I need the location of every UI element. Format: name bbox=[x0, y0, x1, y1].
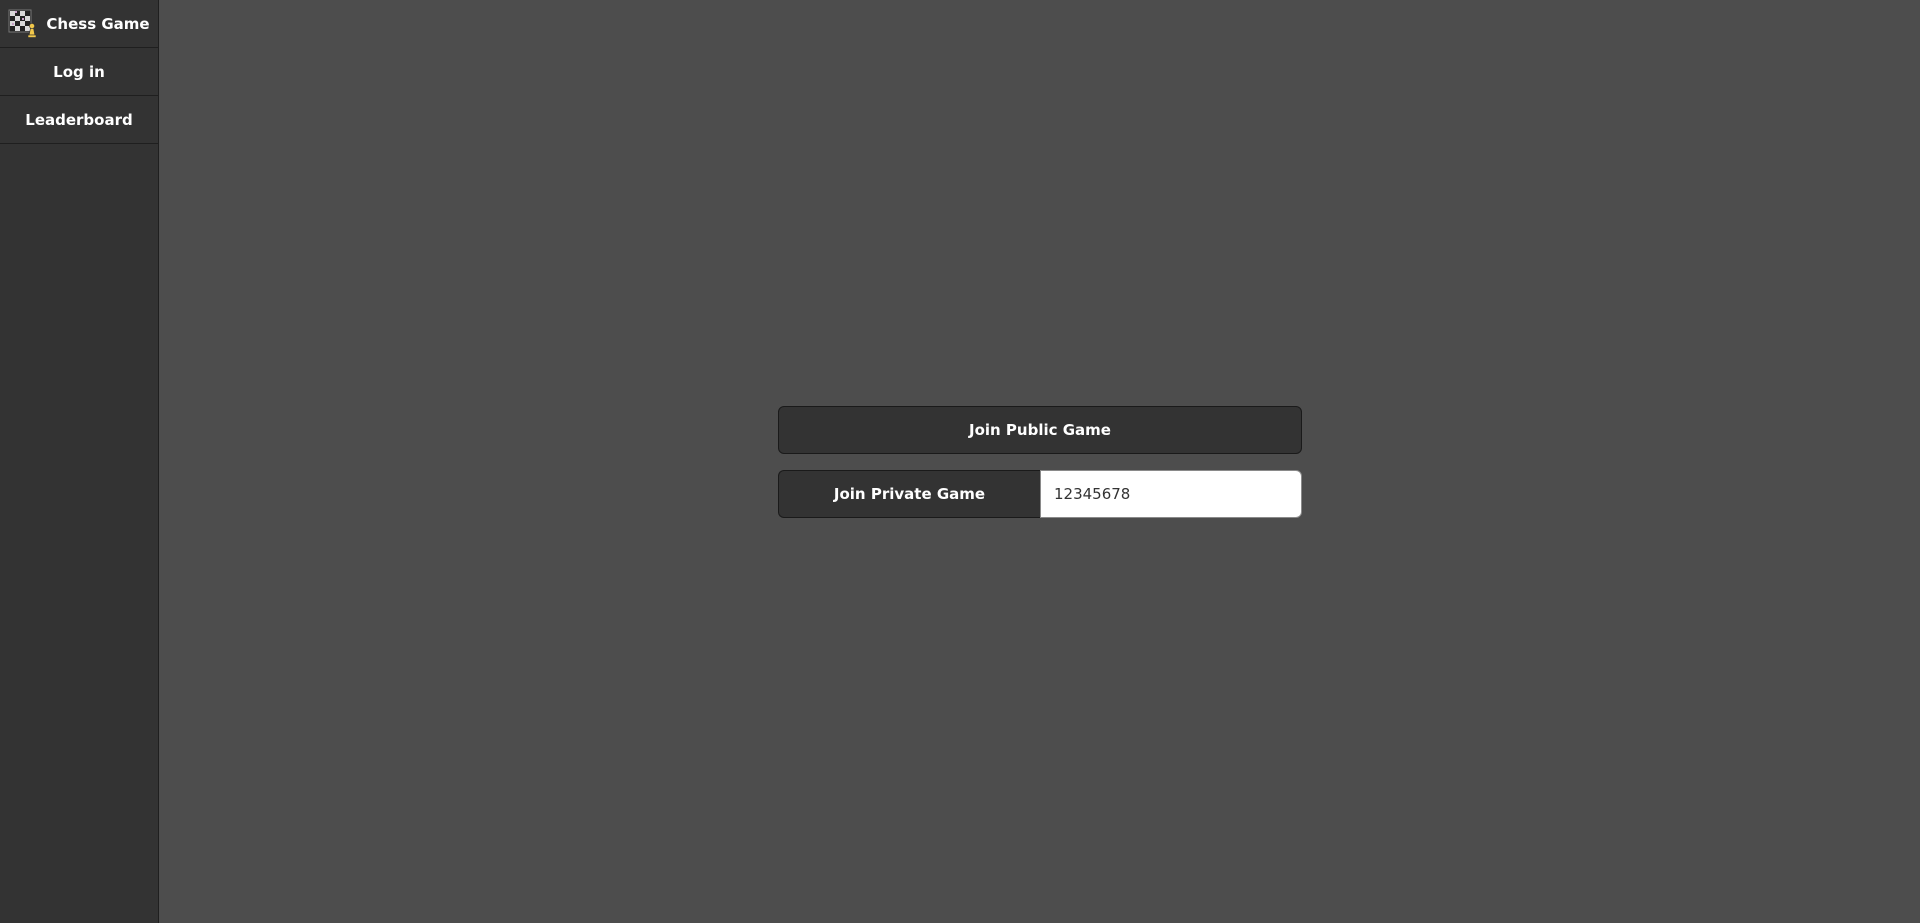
join-public-game-button[interactable]: Join Public Game bbox=[778, 406, 1302, 454]
chess-logo-icon bbox=[8, 9, 38, 39]
brand-label: Chess Game bbox=[46, 14, 150, 33]
sidebar-item-label: Log in bbox=[53, 62, 105, 81]
sidebar-item-login[interactable]: Log in bbox=[0, 48, 158, 96]
sidebar-item-leaderboard[interactable]: Leaderboard bbox=[0, 96, 158, 144]
sidebar: Chess Game Log in Leaderboard bbox=[0, 0, 159, 923]
main-content: Join Public Game Join Private Game bbox=[159, 0, 1920, 923]
sidebar-item-label: Leaderboard bbox=[25, 110, 133, 129]
private-game-row: Join Private Game bbox=[778, 470, 1302, 518]
brand-home-link[interactable]: Chess Game bbox=[0, 0, 158, 48]
private-game-code-input[interactable] bbox=[1040, 470, 1302, 518]
join-game-panel: Join Public Game Join Private Game bbox=[778, 406, 1302, 518]
join-private-game-button[interactable]: Join Private Game bbox=[778, 470, 1040, 518]
